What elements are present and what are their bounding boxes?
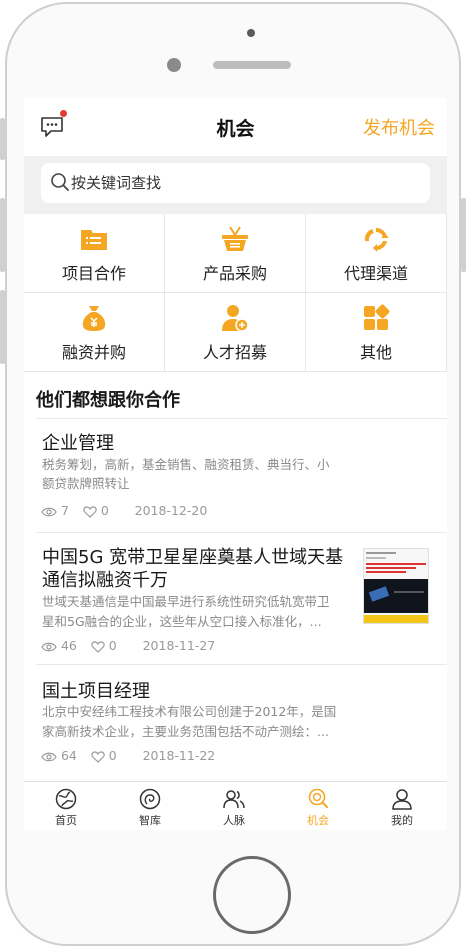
- home-globe-icon: [55, 788, 77, 810]
- opportunity-title: 中国5G 宽带卫星星座奠基人世域天基: [42, 547, 344, 568]
- section-title: 他们都想跟你合作: [36, 390, 180, 411]
- category-grid: 项目合作 产品采购 代理渠道 融资并购 人才招募 其他: [24, 214, 447, 372]
- opportunity-title: 企业管理: [42, 433, 114, 454]
- tab-label: 智库: [139, 814, 161, 827]
- category-label: 产品采购: [202, 264, 267, 283]
- like-count: 0: [108, 638, 117, 653]
- add-person-icon: [222, 305, 249, 332]
- bottom-tab-bar: 首页 智库 人脉 机会 我的: [24, 781, 447, 830]
- category-label: 人才招募: [202, 343, 267, 362]
- category-label: 融资并购: [61, 343, 126, 362]
- section-divider: [36, 418, 447, 419]
- volume-down-button: [0, 290, 5, 364]
- heart-icon: [91, 641, 105, 653]
- eye-icon: [41, 752, 57, 762]
- opportunity-description-line: 家高新技术企业，主要业务范围包括不动产测绘：...: [42, 724, 329, 739]
- tab-home[interactable]: 首页: [24, 782, 108, 830]
- opportunity-description-line: 北京中安经纬工程技术有限公司创建于2012年，是国: [42, 704, 337, 719]
- category-product-procurement[interactable]: 产品采购: [165, 214, 306, 293]
- category-other[interactable]: 其他: [306, 293, 447, 372]
- tab-opportunity[interactable]: 机会: [276, 782, 360, 830]
- category-label: 代理渠道: [343, 264, 408, 283]
- category-label: 项目合作: [61, 264, 126, 283]
- opportunity-title: 通信拟融资千万: [42, 570, 168, 591]
- opportunity-stats: 7 0 2018-12-20: [41, 503, 209, 519]
- camera-lens: [167, 58, 181, 72]
- view-count: 64: [60, 748, 77, 763]
- view-count: 46: [60, 638, 77, 653]
- earpiece-speaker: [213, 61, 291, 69]
- navigation-bar: 机会 发布机会: [24, 98, 447, 156]
- money-bag-icon: [82, 306, 106, 331]
- category-talent-recruitment[interactable]: 人才招募: [165, 293, 306, 372]
- tab-label: 机会: [307, 814, 329, 827]
- category-financing-merger[interactable]: 融资并购: [24, 293, 165, 372]
- opportunity-search-icon: [308, 788, 328, 808]
- profile-icon: [392, 789, 412, 810]
- tab-label: 首页: [55, 814, 77, 827]
- heart-icon: [91, 751, 105, 763]
- like-count: 0: [108, 748, 117, 763]
- category-label: 其他: [359, 343, 392, 362]
- grid-icon: [364, 304, 390, 330]
- cycle-arrows-icon: [364, 227, 389, 252]
- power-button: [461, 198, 466, 272]
- post-date: 2018-11-22: [142, 748, 216, 763]
- opportunity-stats: 64 0 2018-11-22: [41, 748, 217, 764]
- heart-icon: [83, 506, 97, 518]
- category-project-cooperation[interactable]: 项目合作: [24, 214, 165, 293]
- search-icon: [51, 173, 69, 191]
- opportunity-item[interactable]: 国土项目经理 北京中安经纬工程技术有限公司创建于2012年，是国 家高新技术企业…: [24, 678, 447, 778]
- opportunity-description-line: 世域天基通信是中国最早进行系统性研究低轨宽带卫: [42, 594, 330, 609]
- tab-label: 我的: [391, 814, 413, 827]
- contacts-icon: [223, 790, 245, 809]
- opportunity-description-line: 额贷款牌照转让: [42, 476, 130, 491]
- app-screen: 机会 发布机会 项目合作: [24, 98, 447, 830]
- opportunity-title: 国土项目经理: [42, 681, 150, 702]
- opportunity-description-line: 星和5G融合的企业，这些年从空口接入标准化，...: [42, 614, 322, 629]
- tab-think-tank[interactable]: 智库: [108, 782, 192, 830]
- home-button[interactable]: [213, 856, 291, 934]
- tab-label: 人脉: [223, 814, 245, 827]
- post-date: 2018-12-20: [134, 503, 208, 518]
- eye-icon: [41, 642, 57, 652]
- tab-profile[interactable]: 我的: [360, 782, 444, 830]
- search-bar: [24, 156, 447, 214]
- mute-switch: [0, 118, 5, 160]
- volume-up-button: [0, 198, 5, 272]
- opportunity-description-line: 税务筹划，高新，基金销售、融资租赁、典当行、小: [42, 457, 330, 472]
- opportunity-item[interactable]: 中国5G 宽带卫星星座奠基人世域天基 通信拟融资千万 世域天基通信是中国最早进行…: [24, 542, 447, 662]
- tab-contacts[interactable]: 人脉: [192, 782, 276, 830]
- opportunity-stats: 46 0 2018-11-27: [41, 638, 217, 654]
- think-tank-icon: [139, 788, 161, 810]
- item-divider: [36, 532, 447, 533]
- eye-icon: [41, 507, 57, 517]
- opportunity-thumbnail: [363, 548, 429, 624]
- basket-icon: [222, 226, 248, 251]
- like-count: 0: [100, 503, 109, 518]
- post-date: 2018-11-27: [142, 638, 216, 653]
- publish-opportunity-button[interactable]: 发布机会: [363, 114, 435, 140]
- opportunity-item[interactable]: 企业管理 税务筹划，高新，基金销售、融资租赁、典当行、小 额贷款牌照转让 7 0…: [24, 432, 447, 532]
- folder-list-icon: [81, 230, 107, 250]
- category-agency-channel[interactable]: 代理渠道: [306, 214, 447, 293]
- view-count: 7: [60, 503, 69, 518]
- front-camera: [247, 29, 255, 37]
- article-preview-image: [364, 549, 428, 623]
- search-input[interactable]: [71, 163, 411, 203]
- item-divider: [36, 664, 447, 665]
- search-box[interactable]: [41, 163, 430, 203]
